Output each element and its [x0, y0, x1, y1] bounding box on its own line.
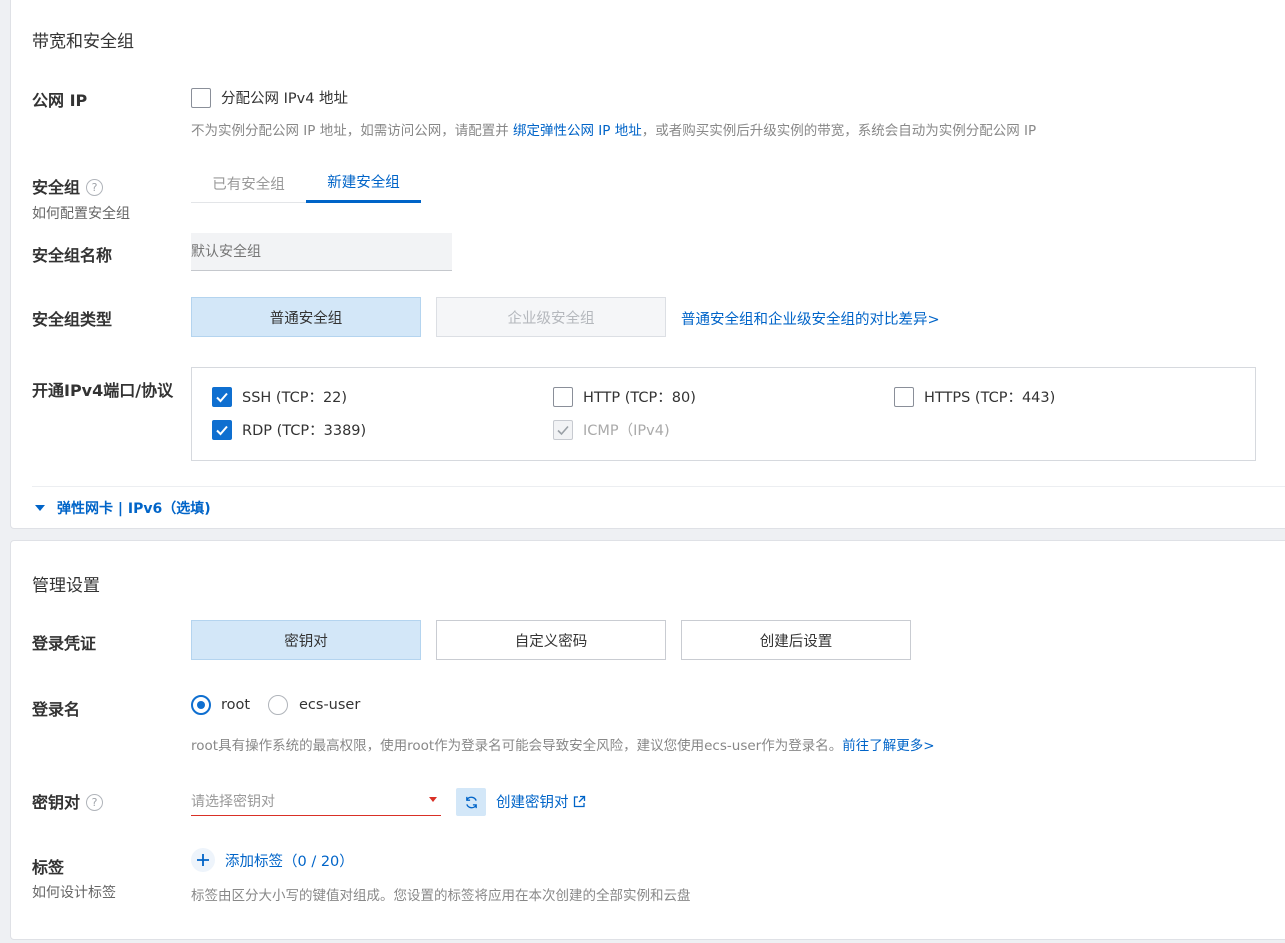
tag-count: （0 / 20） [283, 853, 354, 870]
check-icon [216, 425, 228, 435]
tab-new-sg[interactable]: 新建安全组 [306, 163, 421, 203]
ecs-user-label: ecs-user [299, 697, 361, 713]
how-to-config-sg-link[interactable]: 如何配置安全组 [32, 203, 130, 223]
https-checkbox[interactable] [894, 386, 914, 407]
sg-type-normal-button[interactable]: 普通安全组 [191, 297, 421, 337]
rdp-checkbox[interactable] [212, 419, 232, 440]
refresh-icon[interactable] [456, 788, 486, 816]
security-group-tabs: 已有安全组 新建安全组 [191, 163, 421, 203]
sg-name-label: 安全组名称 [32, 246, 113, 265]
rdp-label: RDP (TCP：3389) [242, 423, 367, 439]
question-circle-icon[interactable]: ? [86, 179, 104, 196]
bind-eip-link[interactable]: 绑定弹性公网 IP 地址 [513, 123, 642, 139]
network-security-card: 带宽和安全组 公网 IP 分配公网 IPv4 地址 不为实例分配公网 IP 地址… [10, 0, 1285, 529]
public-ip-hint-prefix: 不为实例分配公网 IP 地址，如需访问公网，请配置并 [191, 123, 509, 139]
tags-label: 标签 [32, 858, 65, 877]
caret-down-icon [35, 505, 45, 511]
expand-label: 弹性网卡 | IPv6（选填) [57, 501, 211, 517]
root-radio[interactable] [191, 695, 211, 715]
login-name-hint: root具有操作系统的最高权限，使用root作为登录名可能会导致安全风险，建议您… [191, 734, 935, 754]
port-option-http[interactable]: HTTP (TCP：80) [553, 386, 696, 407]
http-checkbox[interactable] [553, 386, 573, 407]
learn-more-link-text: 前往了解更多 [842, 738, 924, 754]
how-to-design-tags-link[interactable]: 如何设计标签 [32, 882, 116, 902]
plus-icon [191, 848, 215, 872]
login-name-hint-text: root具有操作系统的最高权限，使用root作为登录名可能会导致安全风险，建议您… [191, 738, 843, 754]
expand-eni-ipv6-toggle[interactable]: 弹性网卡 | IPv6（选填) [35, 498, 211, 518]
https-label: HTTPS (TCP：443) [924, 390, 1056, 406]
credential-keypair-button[interactable]: 密钥对 [191, 620, 421, 660]
root-label: root [221, 697, 251, 713]
sg-name-input[interactable] [191, 233, 452, 271]
keypair-label-wrap: 密钥对? [32, 789, 104, 813]
login-ecs-user-option[interactable]: ecs-user [268, 695, 360, 715]
login-name-label: 登录名 [32, 700, 81, 719]
question-circle-icon[interactable]: ? [86, 794, 104, 811]
external-link-icon [573, 795, 585, 808]
public-ip-hint: 不为实例分配公网 IP 地址，如需访问公网，请配置并 绑定弹性公网 IP 地址，… [191, 119, 1036, 139]
sg-type-label: 安全组类型 [32, 310, 113, 329]
create-keypair-link[interactable]: 创建密钥对 [496, 791, 586, 812]
http-label: HTTP (TCP：80) [583, 390, 696, 406]
port-option-ssh[interactable]: SSH (TCP：22) [212, 386, 347, 407]
chevron-right-icon: > [923, 738, 935, 754]
ports-box: SSH (TCP：22) HTTP (TCP：80) HTTPS (TCP：44… [191, 367, 1256, 461]
management-card: 管理设置 登录凭证 密钥对 自定义密码 创建后设置 登录名 root ecs-u… [10, 540, 1285, 940]
login-root-option[interactable]: root [191, 695, 250, 715]
check-icon [557, 425, 569, 435]
credential-label: 登录凭证 [32, 634, 97, 653]
add-tag-button[interactable]: 添加标签 （0 / 20） [191, 848, 354, 872]
caret-down-icon [429, 797, 437, 802]
create-keypair-text: 创建密钥对 [496, 795, 569, 811]
icmp-checkbox [553, 419, 573, 440]
ports-label: 开通IPv4端口/协议 [32, 381, 174, 400]
ssh-label: SSH (TCP：22) [242, 390, 348, 406]
security-group-label-wrap: 安全组? [32, 174, 104, 198]
assign-public-ip-option[interactable]: 分配公网 IPv4 地址 [191, 87, 348, 108]
credential-set-later-button[interactable]: 创建后设置 [681, 620, 911, 660]
divider [32, 486, 1285, 487]
learn-more-link[interactable]: 前往了解更多> [842, 738, 934, 754]
assign-public-ip-label: 分配公网 IPv4 地址 [221, 91, 349, 107]
check-icon [216, 392, 228, 402]
sg-compare-link-text: 普通安全组和企业级安全组的对比差异 [681, 312, 928, 328]
tab-existing-sg[interactable]: 已有安全组 [191, 163, 306, 203]
assign-public-ip-checkbox[interactable] [191, 87, 211, 108]
sg-type-enterprise-button[interactable]: 企业级安全组 [436, 297, 666, 337]
add-tag-label: 添加标签 [225, 853, 283, 870]
sg-compare-link[interactable]: 普通安全组和企业级安全组的对比差异> [681, 308, 940, 329]
port-option-rdp[interactable]: RDP (TCP：3389) [212, 419, 366, 440]
public-ip-hint-suffix: ，或者购买实例后升级实例的带宽，系统会自动为实例分配公网 IP [641, 123, 1037, 139]
section-title-network: 带宽和安全组 [32, 32, 134, 52]
section-title-management: 管理设置 [32, 576, 100, 596]
ssh-checkbox[interactable] [212, 386, 232, 407]
public-ip-label: 公网 IP [32, 91, 88, 110]
chevron-right-icon: > [927, 312, 940, 328]
security-group-label: 安全组 [32, 178, 81, 197]
ecs-user-radio[interactable] [268, 695, 288, 715]
keypair-label: 密钥对 [32, 793, 81, 812]
tags-hint: 标签由区分大小写的键值对组成。您设置的标签将应用在本次创建的全部实例和云盘 [191, 888, 691, 904]
port-option-icmp: ICMP（IPv4) [553, 419, 670, 440]
keypair-select-placeholder: 请选择密钥对 [191, 794, 275, 810]
credential-custom-password-button[interactable]: 自定义密码 [436, 620, 666, 660]
icmp-label: ICMP（IPv4) [583, 423, 670, 439]
port-option-https[interactable]: HTTPS (TCP：443) [894, 386, 1055, 407]
keypair-select[interactable]: 请选择密钥对 [191, 783, 441, 816]
